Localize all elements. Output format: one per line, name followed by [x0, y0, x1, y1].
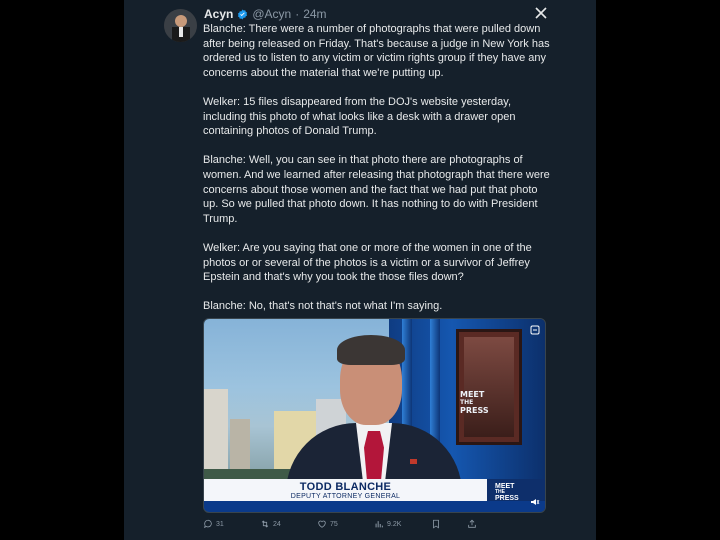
lower-third-name: TODD BLANCHE — [299, 481, 392, 493]
share-icon — [468, 519, 476, 528]
repost-icon — [261, 520, 269, 528]
tweet-paragraph: Welker: 15 files disappeared from the DO… — [203, 95, 516, 138]
lower-third-title: DEPUTY ATTORNEY GENERAL — [290, 493, 401, 500]
mute-icon[interactable] — [530, 497, 540, 507]
avatar-image — [164, 9, 197, 42]
meet-the-press-frame-logo: MEET THE PRESS — [460, 390, 489, 415]
avatar[interactable] — [164, 9, 197, 42]
reply-button[interactable]: 31 — [203, 517, 224, 531]
tweet-paragraph: Blanche: No, that's not that's not what … — [203, 300, 443, 313]
speaker-hair — [337, 335, 405, 365]
time-separator: · — [295, 7, 300, 21]
author-name[interactable]: Acyn — [204, 6, 233, 22]
tweet-time[interactable]: 24m — [303, 6, 326, 22]
reply-count: 31 — [216, 520, 224, 528]
building — [204, 389, 228, 469]
flag-pin — [410, 459, 417, 464]
views-icon — [375, 521, 383, 528]
bookmark-icon — [433, 519, 439, 529]
tweet-text: Blanche: There were a number of photogra… — [203, 22, 555, 328]
verified-badge-icon — [238, 8, 248, 20]
repost-count: 24 — [273, 520, 281, 528]
close-icon[interactable] — [534, 6, 548, 20]
like-count: 75 — [330, 520, 338, 528]
lower-third: TODD BLANCHE DEPUTY ATTORNEY GENERAL — [204, 479, 487, 501]
share-button[interactable] — [467, 517, 477, 531]
building — [230, 419, 250, 469]
like-button[interactable]: 75 — [317, 517, 338, 531]
tweet-card: Acyn @Acyn · 24m Blanche: There were a n… — [124, 0, 596, 540]
video-player[interactable]: MEET THE PRESS TODD BLANCHE DEPUTY ATTOR… — [203, 318, 546, 513]
tweet-paragraph: Blanche: There were a number of photogra… — [203, 23, 550, 79]
media-corner-icon[interactable] — [530, 325, 540, 335]
repost-button[interactable]: 24 — [260, 517, 281, 531]
views-count: 9.2K — [387, 520, 402, 528]
studio-frame — [456, 329, 522, 445]
bookmark-button[interactable] — [431, 517, 441, 531]
lower-band — [204, 501, 545, 512]
author-handle[interactable]: @Acyn — [252, 6, 291, 22]
tweet-actions: 31 24 75 9.2K — [203, 517, 503, 531]
reply-icon — [203, 519, 212, 529]
tweet-paragraph: Blanche: Well, you can see in that photo… — [203, 154, 550, 225]
views-button[interactable]: 9.2K — [374, 517, 401, 531]
tweet-paragraph: Welker: Are you saying that one or more … — [203, 241, 532, 284]
like-icon — [318, 520, 326, 528]
tweet-header: Acyn @Acyn · 24m — [204, 6, 327, 22]
